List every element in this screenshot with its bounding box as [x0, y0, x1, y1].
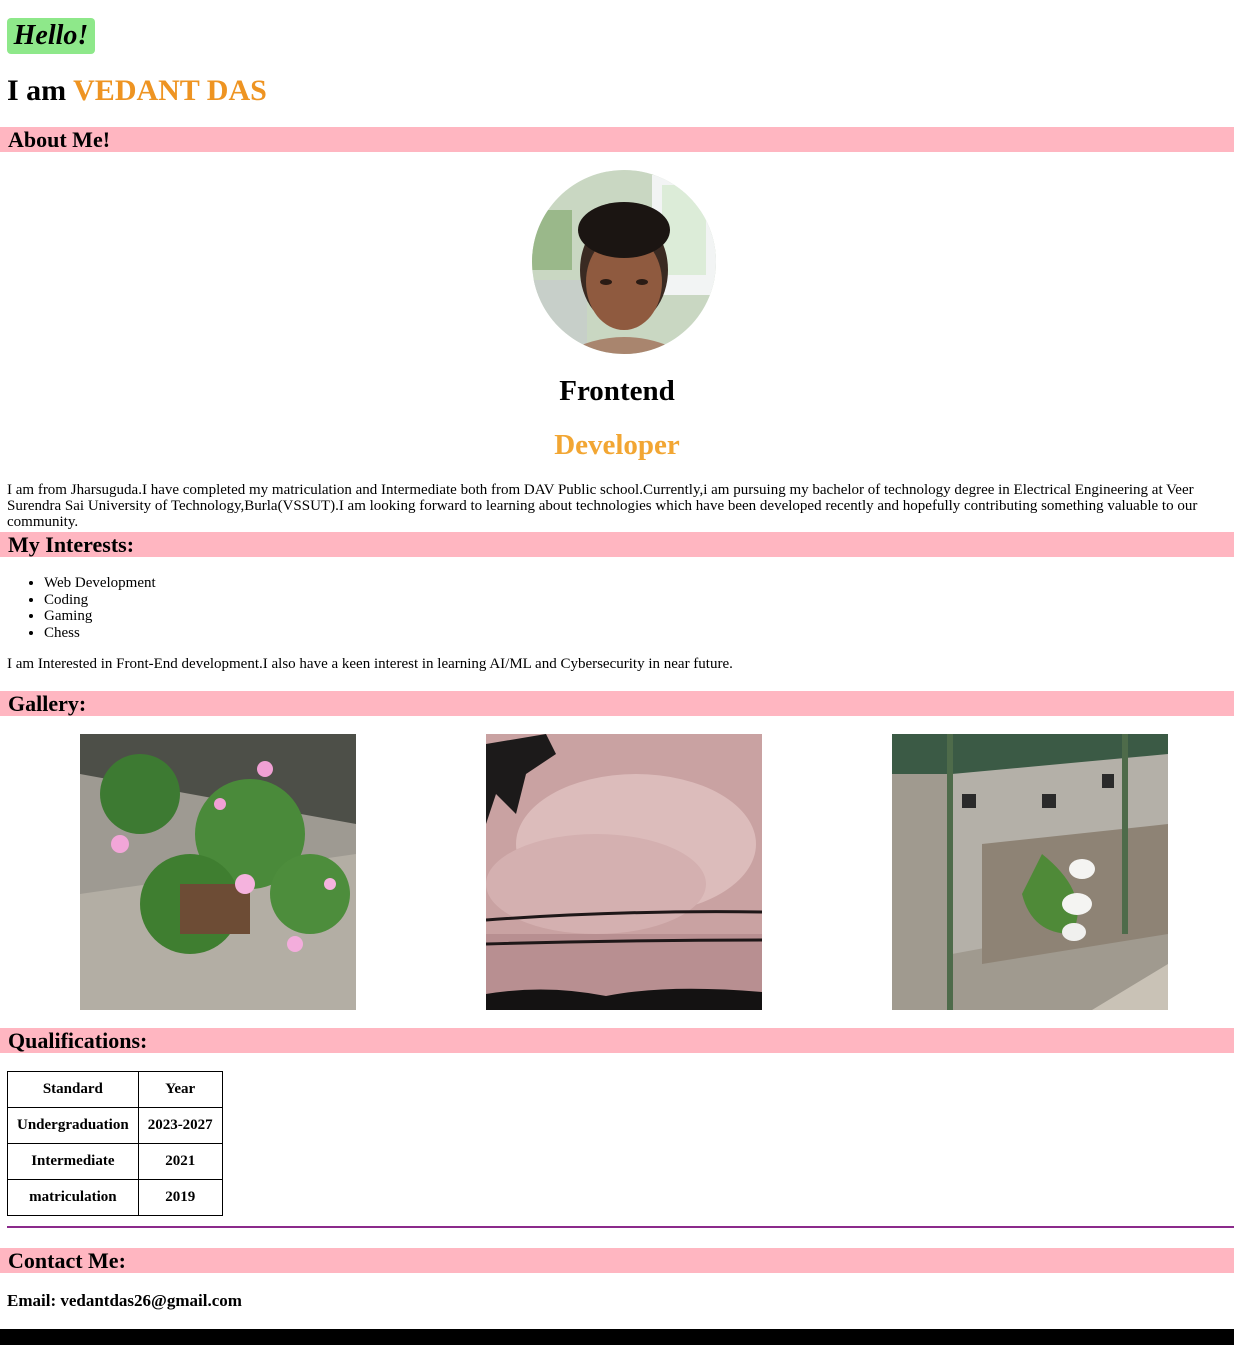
- list-item: Web Development: [44, 575, 156, 592]
- list-item: Coding: [44, 592, 156, 609]
- interests-note: I am Interested in Front-End development…: [7, 656, 733, 672]
- table-cell: 2021: [137, 1143, 223, 1180]
- section-divider: [7, 1226, 1234, 1228]
- table-cell: Intermediate: [7, 1143, 139, 1180]
- section-heading-gallery: Gallery:: [0, 691, 1234, 716]
- table-cell: matriculation: [7, 1179, 139, 1216]
- qualifications-table: Standard Year Undergraduation 2023-2027 …: [7, 1071, 223, 1216]
- section-heading-interests: My Interests:: [0, 532, 1234, 557]
- hello-badge: Hello!: [7, 18, 95, 54]
- interests-list: Web Development Coding Gaming Chess: [7, 575, 156, 641]
- table-cell: 2023-2027: [137, 1107, 223, 1144]
- gallery-image-rabbits: [892, 734, 1168, 1010]
- column-header: Year: [137, 1071, 223, 1108]
- section-heading-contact: Contact Me:: [0, 1248, 1234, 1273]
- table-header-row: Standard Year: [7, 1071, 223, 1108]
- role-subtitle: Developer: [554, 429, 680, 461]
- table-row: matriculation 2019: [7, 1179, 223, 1216]
- gallery-image-flowers: [80, 734, 356, 1010]
- footer-bar: [0, 1329, 1234, 1345]
- section-heading-qualifications: Qualifications:: [0, 1028, 1234, 1053]
- table-cell: Undergraduation: [7, 1107, 139, 1144]
- owner-name: VEDANT DAS: [73, 74, 267, 107]
- list-item: Chess: [44, 625, 156, 642]
- section-heading-about: About Me!: [0, 127, 1234, 152]
- role-title: Frontend: [559, 375, 675, 407]
- column-header: Standard: [7, 1071, 139, 1108]
- contact-email: Email: vedantdas26@gmail.com: [7, 1291, 242, 1310]
- intro-heading: I am VEDANT DAS: [7, 72, 267, 110]
- table-row: Undergraduation 2023-2027: [7, 1107, 223, 1144]
- table-row: Intermediate 2021: [7, 1143, 223, 1180]
- intro-prefix: I am: [7, 74, 67, 107]
- table-cell: 2019: [137, 1179, 223, 1216]
- profile-photo: [532, 170, 716, 354]
- list-item: Gaming: [44, 608, 156, 625]
- bio-text: I am from Jharsuguda.I have completed my…: [7, 482, 1198, 530]
- gallery-image-sky: [486, 734, 762, 1010]
